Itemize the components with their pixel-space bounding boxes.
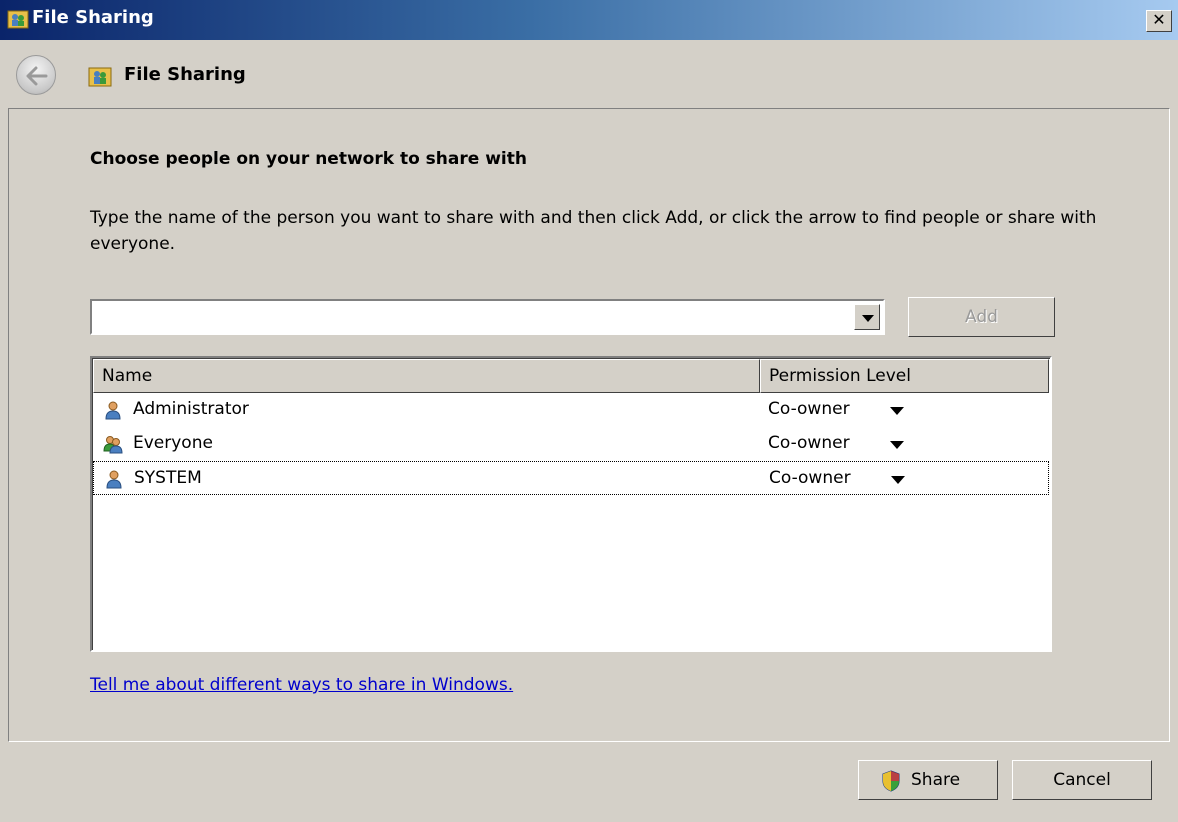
list-header: Name Permission Level (93, 359, 1049, 393)
page-title: File Sharing (124, 64, 246, 85)
add-button[interactable]: Add (908, 297, 1055, 337)
share-button[interactable]: Share (858, 760, 998, 800)
permission-dropdown-icon[interactable] (891, 476, 905, 484)
people-combobox[interactable] (90, 299, 885, 335)
permission-dropdown-icon[interactable] (890, 407, 904, 415)
back-arrow-icon (26, 66, 48, 86)
cancel-button[interactable]: Cancel (1012, 760, 1152, 800)
share-list[interactable]: Name Permission Level Administrator Co-o… (90, 356, 1052, 652)
add-button-label: Add (965, 307, 998, 327)
close-button[interactable]: ✕ (1146, 10, 1172, 32)
close-icon: ✕ (1152, 10, 1166, 29)
single-user-icon (106, 470, 122, 489)
cancel-button-label: Cancel (1053, 770, 1111, 790)
column-header-permission[interactable]: Permission Level (760, 359, 1049, 393)
share-button-label: Share (911, 770, 961, 790)
row-permission[interactable]: Co-owner (768, 399, 850, 419)
window-title: File Sharing (32, 7, 154, 28)
file-sharing-icon (88, 67, 112, 87)
single-user-icon (105, 401, 121, 420)
file-sharing-icon (7, 10, 29, 29)
row-permission[interactable]: Co-owner (769, 468, 851, 488)
chevron-down-icon (862, 315, 874, 322)
people-dropdown-button[interactable] (854, 304, 880, 330)
column-header-name[interactable]: Name (93, 359, 760, 393)
list-row[interactable]: SYSTEM Co-owner (93, 461, 1049, 495)
title-bar: File Sharing ✕ (0, 0, 1178, 40)
content-panel: Choose people on your network to share w… (8, 108, 1170, 742)
list-row[interactable]: Everyone Co-owner (93, 427, 1049, 461)
instructions-text: Type the name of the person you want to … (90, 208, 1097, 254)
row-permission[interactable]: Co-owner (768, 433, 850, 453)
help-link[interactable]: Tell me about different ways to share in… (90, 675, 513, 695)
uac-shield-icon (882, 770, 900, 792)
row-name: Everyone (133, 433, 213, 453)
permission-dropdown-icon[interactable] (890, 441, 904, 449)
back-button[interactable] (16, 55, 56, 95)
people-input[interactable] (92, 301, 854, 331)
row-name: SYSTEM (134, 468, 202, 488)
row-name: Administrator (133, 399, 249, 419)
list-row[interactable]: Administrator Co-owner (93, 393, 1049, 427)
group-users-icon (103, 436, 123, 454)
section-heading: Choose people on your network to share w… (90, 149, 527, 169)
navigation-bar: File Sharing (0, 40, 1178, 108)
